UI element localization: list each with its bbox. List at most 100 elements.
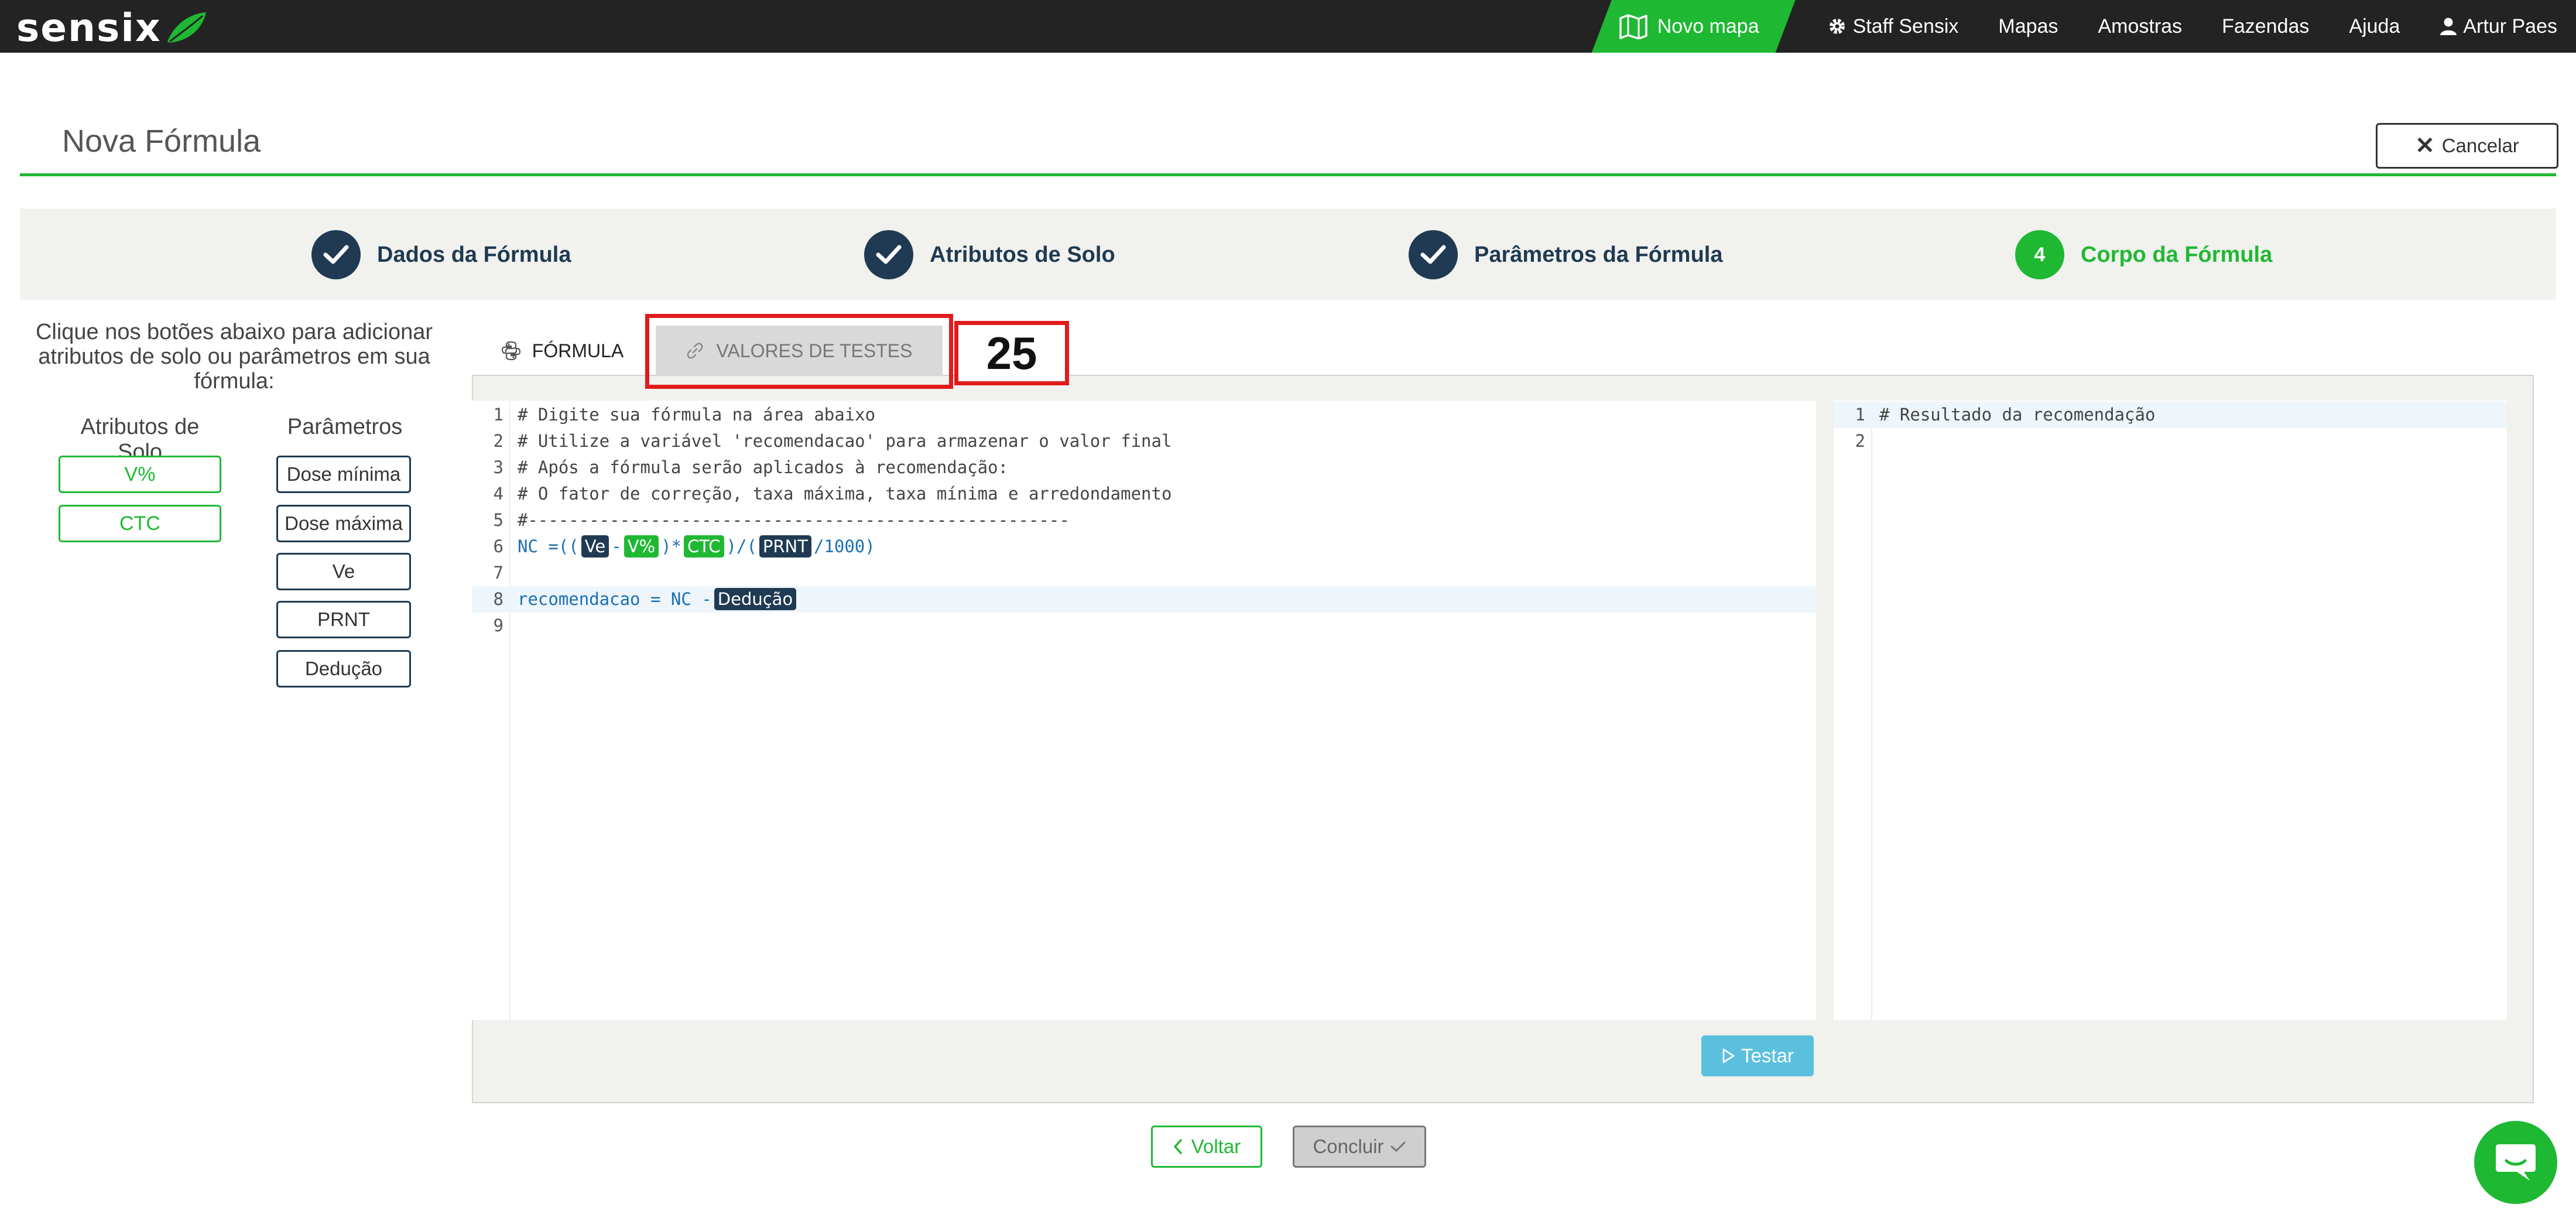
testar-label: Testar <box>1741 1045 1794 1066</box>
attr-button-ctc[interactable]: CTC <box>59 505 221 542</box>
annotation-badge: 25 <box>954 321 1069 385</box>
editor-line: 5 #-------------------------------------… <box>472 507 1816 533</box>
step-atributos-solo[interactable]: Atributos de Solo <box>864 230 1115 280</box>
token-ctc[interactable]: CTC <box>684 535 724 558</box>
close-icon: ✕ <box>2415 133 2435 159</box>
voltar-label: Voltar <box>1191 1136 1241 1157</box>
step-label: Dados da Fórmula <box>377 242 571 267</box>
line-number: 8 <box>493 589 503 609</box>
step-corpo-formula[interactable]: 4 Corpo da Fórmula <box>2015 230 2272 280</box>
code-variable: NC <box>518 536 538 556</box>
nav-fazendas[interactable]: Fazendas <box>2222 15 2309 38</box>
code-operator: )* <box>661 536 682 556</box>
param-button-dose-minima[interactable]: Dose mínima <box>276 456 411 493</box>
line-number: 1 <box>493 405 503 425</box>
code-operator: - <box>611 536 622 556</box>
code-operator: = <box>650 589 661 609</box>
param-button-deducao[interactable]: Dedução <box>276 650 411 688</box>
param-button-prnt[interactable]: PRNT <box>276 601 411 638</box>
line-number: 6 <box>493 536 503 556</box>
code-comment: # Resultado da recomendação <box>1879 405 2156 425</box>
chat-button[interactable] <box>2474 1121 2557 1204</box>
cancel-label: Cancelar <box>2441 135 2519 156</box>
nav-staff-sensix[interactable]: Staff Sensix <box>1827 15 1959 38</box>
app-root: sensix Novo mapa Staff Sensix Mapas Amos… <box>0 0 2576 1221</box>
line-number: 2 <box>493 431 503 451</box>
leaf-icon <box>167 12 206 43</box>
formula-code-editor[interactable]: 1 # Digite sua fórmula na área abaixo 2 … <box>472 401 1816 1020</box>
play-icon <box>1722 1048 1735 1063</box>
check-icon <box>864 230 913 279</box>
instructions-text: Clique nos botões abaixo para adicionar … <box>35 320 433 394</box>
tab-formula[interactable]: FÓRMULA <box>480 326 644 376</box>
attr-button-v-percent[interactable]: V% <box>59 456 221 493</box>
sensix-logo[interactable]: sensix <box>16 5 208 50</box>
check-icon <box>1390 1141 1406 1152</box>
token-v-percent[interactable]: V% <box>624 535 659 558</box>
step-label: Parâmetros da Fórmula <box>1474 242 1723 267</box>
top-navbar: sensix Novo mapa Staff Sensix Mapas Amos… <box>0 0 2576 53</box>
code-comment: #---------------------------------------… <box>518 510 1070 530</box>
editor-line: 9 <box>472 613 1816 639</box>
nav-right: Novo mapa Staff Sensix Mapas Amostras Fa… <box>1592 0 2576 53</box>
check-icon <box>311 230 361 279</box>
param-button-dose-maxima[interactable]: Dose máxima <box>276 505 411 542</box>
result-code-editor[interactable]: 1 # Resultado da recomendação 2 <box>1834 401 2507 1020</box>
nav-user-menu[interactable]: Artur Paes <box>2440 15 2557 38</box>
gear-icon <box>1829 19 1845 34</box>
editor-line: 7 <box>472 560 1816 586</box>
nav-amostras-label: Amostras <box>2098 15 2183 37</box>
voltar-button[interactable]: Voltar <box>1151 1126 1262 1168</box>
python-icon <box>501 341 520 361</box>
formula-stepper: Dados da Fórmula Atributos de Solo Parâm… <box>20 208 2556 300</box>
nav-amostras[interactable]: Amostras <box>2098 15 2182 38</box>
testar-button[interactable]: Testar <box>1701 1035 1814 1076</box>
cancel-button[interactable]: ✕ Cancelar <box>2376 123 2558 169</box>
code-line-nc: NC =((Ve - V%)* CTC)/(PRNT/1000) <box>518 533 875 560</box>
concluir-label: Concluir <box>1313 1136 1384 1157</box>
step-parametros-formula[interactable]: Parâmetros da Fórmula <box>1409 230 1722 280</box>
code-comment: # Utilize a variável 'recomendacao' para… <box>518 431 1172 451</box>
code-comment: # O fator de correção, taxa máxima, taxa… <box>518 484 1172 504</box>
step-dados-formula[interactable]: Dados da Fórmula <box>311 230 571 280</box>
editor-line: 3 # Após a fórmula serão aplicados à rec… <box>472 454 1816 481</box>
editor-line-active: 1 # Resultado da recomendação <box>1834 402 2507 428</box>
check-icon <box>1409 230 1458 279</box>
token-prnt[interactable]: PRNT <box>759 535 811 558</box>
code-line-recomendacao: recomendacao = NC - Dedução <box>518 586 799 613</box>
novo-mapa-label: Novo mapa <box>1657 15 1759 37</box>
token-deducao[interactable]: Dedução <box>714 588 797 610</box>
code-operator: - <box>701 589 712 609</box>
nav-staff-sensix-label: Staff Sensix <box>1852 15 1959 37</box>
nav-ajuda[interactable]: Ajuda <box>2349 15 2400 38</box>
token-ve[interactable]: Ve <box>581 535 609 558</box>
step-label: Atributos de Solo <box>930 242 1115 267</box>
editor-gutter <box>1834 401 1872 1020</box>
code-comment: # Após a fórmula serão aplicados à recom… <box>518 457 1009 477</box>
param-button-ve[interactable]: Ve <box>276 553 411 590</box>
code-operator: =(( <box>548 536 579 556</box>
editor-line-active: 8 recomendacao = NC - Dedução <box>472 586 1816 613</box>
step-number: 4 <box>2015 230 2064 279</box>
map-icon <box>1619 13 1648 39</box>
line-number: 4 <box>493 484 503 504</box>
line-number: 1 <box>1855 405 1865 425</box>
user-name: Artur Paes <box>2463 15 2557 37</box>
line-number: 7 <box>493 563 503 583</box>
nav-mapas-label: Mapas <box>1998 15 2058 37</box>
editor-line: 2 # Utilize a variável 'recomendacao' pa… <box>472 428 1816 454</box>
editor-line: 2 <box>1834 428 2507 454</box>
code-comment: # Digite sua fórmula na área abaixo <box>518 405 876 425</box>
code-variable: recomendacao <box>518 589 640 609</box>
line-number: 2 <box>1855 431 1865 451</box>
concluir-button[interactable]: Concluir <box>1293 1126 1426 1168</box>
nav-mapas[interactable]: Mapas <box>1998 15 2058 38</box>
line-number: 5 <box>493 510 503 530</box>
title-divider <box>20 173 2556 176</box>
parameters-header: Parâmetros <box>287 415 403 439</box>
line-number: 9 <box>493 615 503 635</box>
chevron-left-icon <box>1174 1139 1182 1154</box>
highlight-box <box>645 314 953 389</box>
novo-mapa-button[interactable]: Novo mapa <box>1592 0 1796 53</box>
page-title: Nova Fórmula <box>62 124 261 159</box>
